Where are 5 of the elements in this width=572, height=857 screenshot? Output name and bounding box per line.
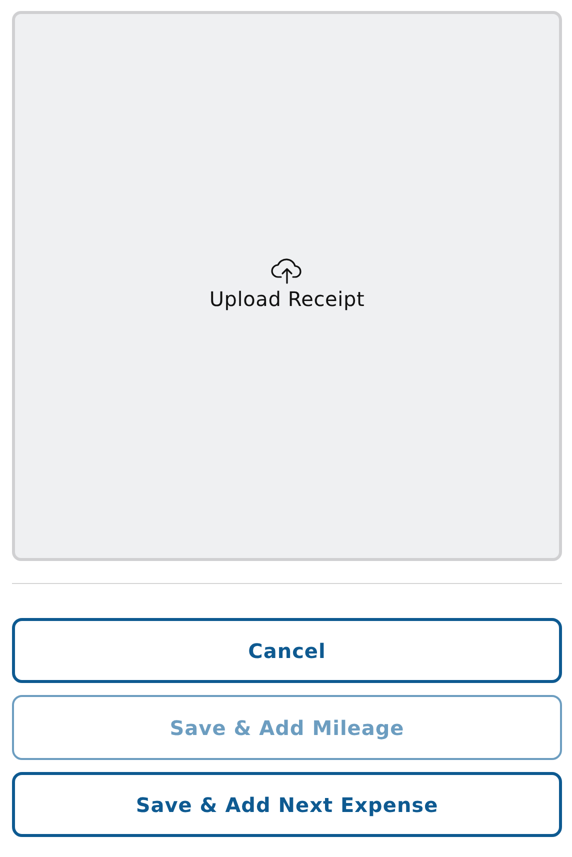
action-button[interactable]: Cancel: [12, 618, 562, 683]
cloud-upload-icon: [270, 258, 304, 284]
upload-area[interactable]: Upload Receipt: [12, 11, 562, 561]
action-button[interactable]: Save & Add Next Expense: [12, 772, 562, 837]
upload-label: Upload Receipt: [209, 286, 365, 313]
